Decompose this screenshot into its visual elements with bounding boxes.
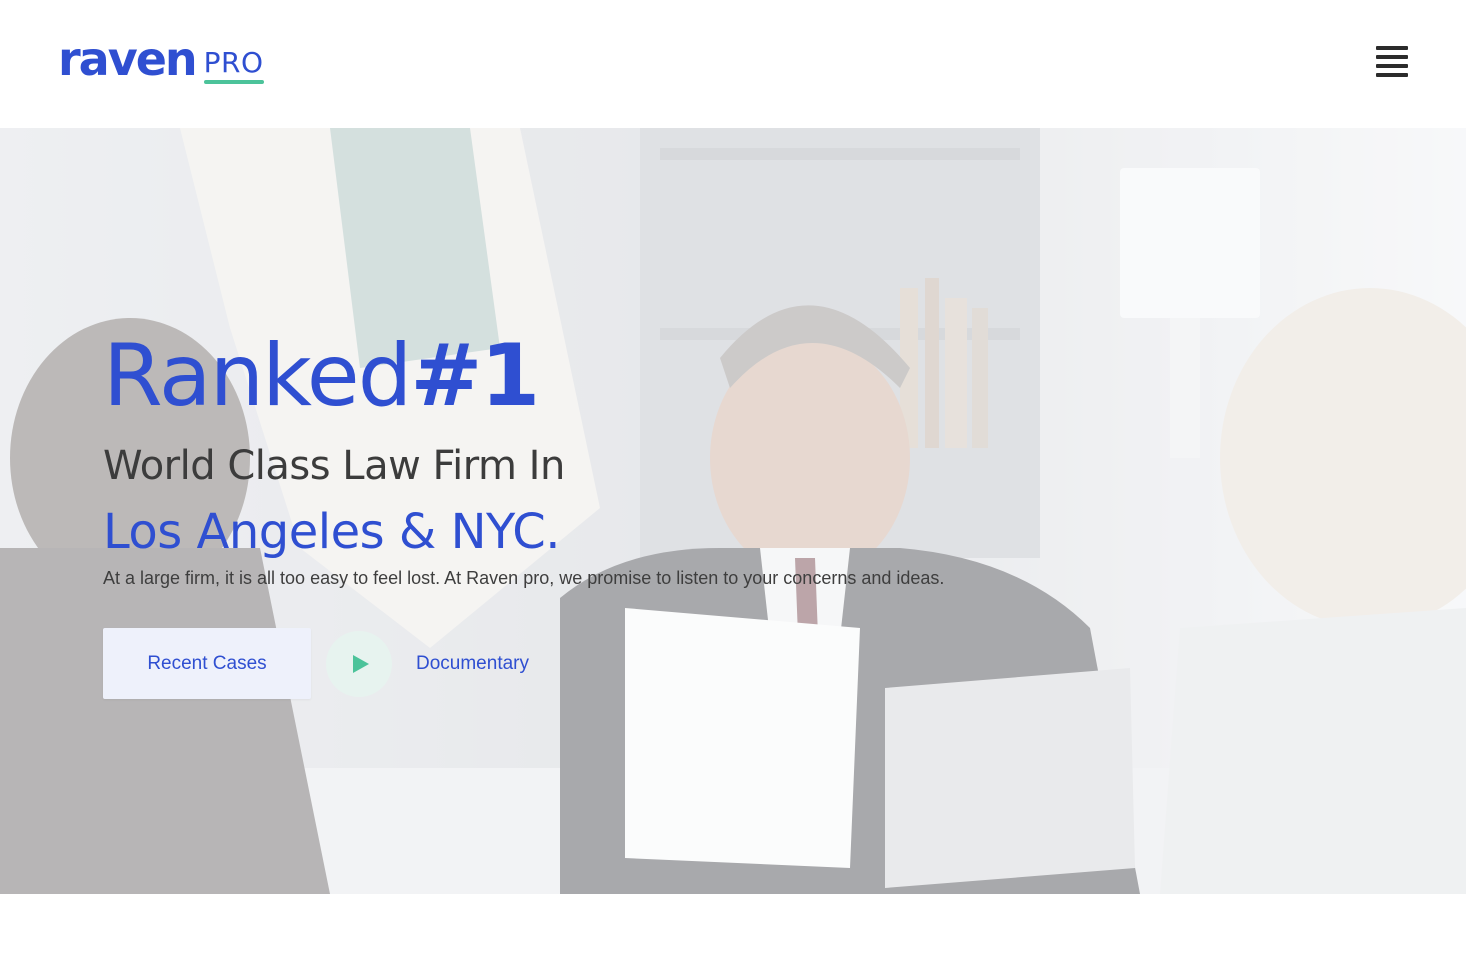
hero-content: Ranked#1 World Class Law Firm In Los Ang… xyxy=(103,328,1103,699)
hero-location: Los Angeles & NYC. xyxy=(103,504,560,560)
menu-bar xyxy=(1376,55,1408,59)
site-header: raven PRO xyxy=(0,0,1466,128)
headline-rank: #1 xyxy=(410,326,540,426)
play-video-button[interactable] xyxy=(326,630,392,697)
hamburger-menu-icon[interactable] xyxy=(1372,44,1412,82)
menu-bar xyxy=(1376,73,1408,77)
menu-bar xyxy=(1376,46,1408,50)
logo[interactable]: raven PRO xyxy=(58,32,264,86)
hero-section: Ranked#1 World Class Law Firm In Los Ang… xyxy=(0,128,1466,894)
logo-wordmark: raven xyxy=(58,32,198,86)
hero-lead-text: At a large firm, it is all too easy to f… xyxy=(103,568,945,588)
menu-bar xyxy=(1376,64,1408,68)
headline-regular: Ranked xyxy=(103,326,412,426)
documentary-link[interactable]: Documentary xyxy=(416,653,529,675)
hero-headline: Ranked#1 xyxy=(103,328,1103,424)
hero-cta-row: Recent Cases Documentary xyxy=(103,628,529,699)
recent-cases-button[interactable]: Recent Cases xyxy=(103,628,311,699)
hero-subline: World Class Law Firm In xyxy=(103,443,565,489)
logo-pro-mark: PRO xyxy=(203,46,264,84)
play-icon xyxy=(352,654,369,673)
